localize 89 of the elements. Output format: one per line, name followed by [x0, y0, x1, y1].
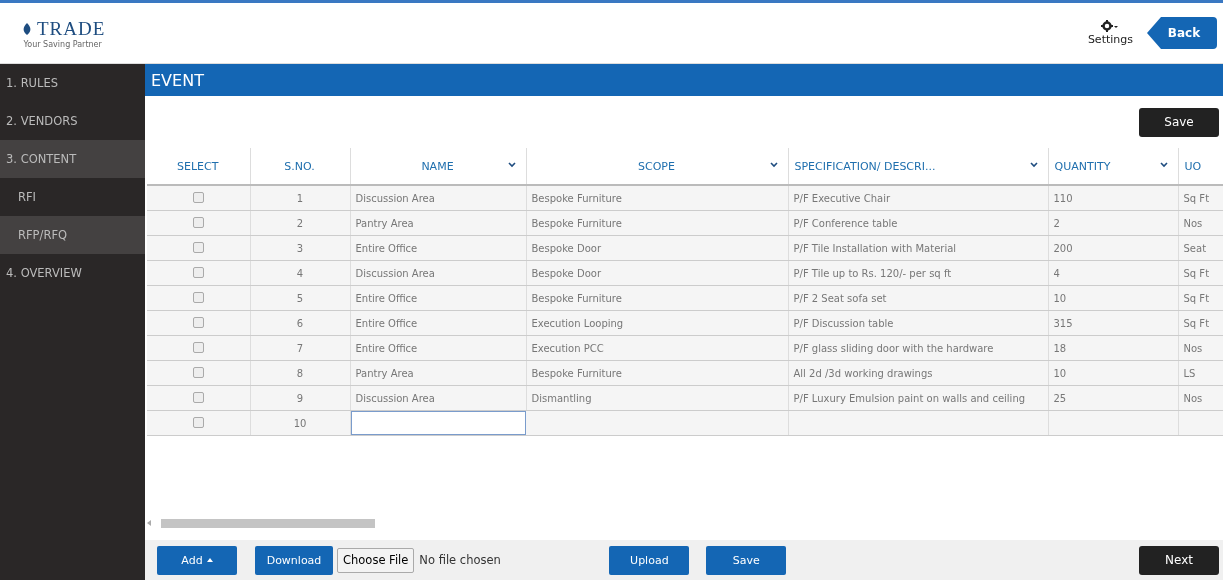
table-cell: Pantry Area: [355, 217, 414, 229]
table-cell: P/F Luxury Emulsion paint on walls and ceiling: [793, 392, 1026, 404]
row-checkbox[interactable]: [192, 191, 204, 203]
sidebar-item[interactable]: 2. VENDORS: [0, 102, 145, 140]
row-checkbox[interactable]: [192, 216, 204, 228]
table-cell: 1: [296, 192, 304, 204]
choose-file-button[interactable]: Choose File: [337, 547, 415, 573]
table-cell: P/F Discussion table: [793, 317, 894, 329]
table-cell: Sq Ft: [1183, 267, 1210, 279]
add-button[interactable]: Add: [157, 545, 237, 575]
row-checkbox[interactable]: [192, 291, 204, 303]
download-button[interactable]: Download: [255, 545, 333, 575]
table-cell: 110: [1053, 192, 1073, 204]
table-cell: Bespoke Door: [531, 242, 601, 254]
table-cell: Entire Office: [355, 317, 418, 329]
row-checkbox[interactable]: [192, 316, 204, 328]
upload-button[interactable]: Upload: [609, 545, 690, 575]
table-cell: Bespoke Door: [531, 267, 601, 279]
sidebar-subitem[interactable]: RFI: [0, 178, 145, 216]
table-cell: 2: [296, 217, 304, 229]
name-input-field[interactable]: [350, 411, 526, 435]
table-cell: P/F Tile up to Rs. 120/- per sq ft: [793, 267, 952, 279]
table-cell: 4: [1053, 267, 1060, 279]
table-cell: P/F Tile Installation with Material: [793, 242, 957, 254]
table-cell: Entire Office: [355, 242, 418, 254]
row-checkbox[interactable]: [192, 416, 204, 428]
table-cell: Entire Office: [355, 342, 418, 354]
table-cell: Sq Ft: [1183, 192, 1210, 204]
table-cell: 7: [296, 342, 304, 354]
next-button[interactable]: Next: [1139, 545, 1219, 575]
row-checkbox[interactable]: [192, 366, 204, 378]
sidebar-item[interactable]: 1. RULES: [0, 64, 145, 102]
logo-text: TRADE: [37, 17, 106, 40]
tagline: Your Saving Partner: [23, 39, 102, 49]
table-cell: 18: [1053, 342, 1067, 354]
table-cell: Entire Office: [355, 292, 418, 304]
table-cell: Bespoke Furniture: [531, 217, 622, 229]
table-cell: Sq Ft: [1183, 292, 1210, 304]
section-title: EVENT: [145, 64, 1223, 96]
sidebar-subitem[interactable]: RFP/RFQ: [0, 216, 145, 254]
table-cell: P/F Executive Chair: [793, 192, 891, 204]
table-cell: 200: [1053, 242, 1073, 254]
table-cell: P/F glass sliding door with the hardware: [793, 342, 994, 354]
table-cell: Nos: [1183, 392, 1203, 404]
row-checkbox[interactable]: [192, 391, 204, 403]
row-checkbox[interactable]: [192, 266, 204, 278]
table-cell: 4: [296, 267, 304, 279]
table-cell: Discussion Area: [355, 267, 435, 279]
table-cell: Bespoke Furniture: [531, 192, 622, 204]
row-checkbox[interactable]: [192, 341, 204, 353]
table-cell: 10: [293, 417, 307, 429]
table-cell: P/F 2 Seat sofa set: [793, 292, 887, 304]
row-checkbox[interactable]: [192, 241, 204, 253]
table-cell: Discussion Area: [355, 392, 435, 404]
scroll-left-icon[interactable]: [147, 520, 151, 526]
caret-up-icon: [206, 558, 213, 562]
table-cell: Bespoke Furniture: [531, 367, 622, 379]
table-cell: Sq Ft: [1183, 317, 1210, 329]
sidebar-item[interactable]: 4. OVERVIEW: [0, 254, 145, 292]
table-cell: 3: [296, 242, 304, 254]
table-cell: 25: [1053, 392, 1067, 404]
table-cell: Nos: [1183, 342, 1203, 354]
back-button[interactable]: Back: [1147, 17, 1217, 49]
table-cell: 10: [1053, 292, 1067, 304]
table-cell: Execution Looping: [531, 317, 624, 329]
save-button[interactable]: Save: [706, 545, 787, 575]
table-cell: Execution PCC: [531, 342, 604, 354]
table-cell: 2: [1053, 217, 1060, 229]
table-cell: Pantry Area: [355, 367, 414, 379]
table-cell: Nos: [1183, 217, 1203, 229]
table-cell: 9: [296, 392, 304, 404]
table-cell: 10: [1053, 367, 1067, 379]
table-cell: 6: [296, 317, 304, 329]
table-cell: 5: [296, 292, 304, 304]
table-cell: P/F Conference table: [793, 217, 898, 229]
settings-button[interactable]: Settings: [1087, 20, 1133, 46]
table-cell: Dismantling: [531, 392, 592, 404]
table-cell: Seat: [1183, 242, 1207, 254]
table-cell: 8: [296, 367, 304, 379]
table-cell: Bespoke Furniture: [531, 292, 622, 304]
sidebar-item[interactable]: 3. CONTENT: [0, 140, 145, 178]
table-cell: Discussion Area: [355, 192, 435, 204]
file-status: No file chosen: [419, 553, 502, 567]
scrollbar-thumb[interactable]: [161, 518, 375, 528]
table-cell: All 2d /3d working drawings: [793, 367, 933, 379]
save-button[interactable]: Save: [1139, 107, 1219, 137]
settings-icon: [1101, 20, 1120, 32]
table-cell: 315: [1053, 317, 1073, 329]
table-cell: LS: [1183, 367, 1196, 379]
